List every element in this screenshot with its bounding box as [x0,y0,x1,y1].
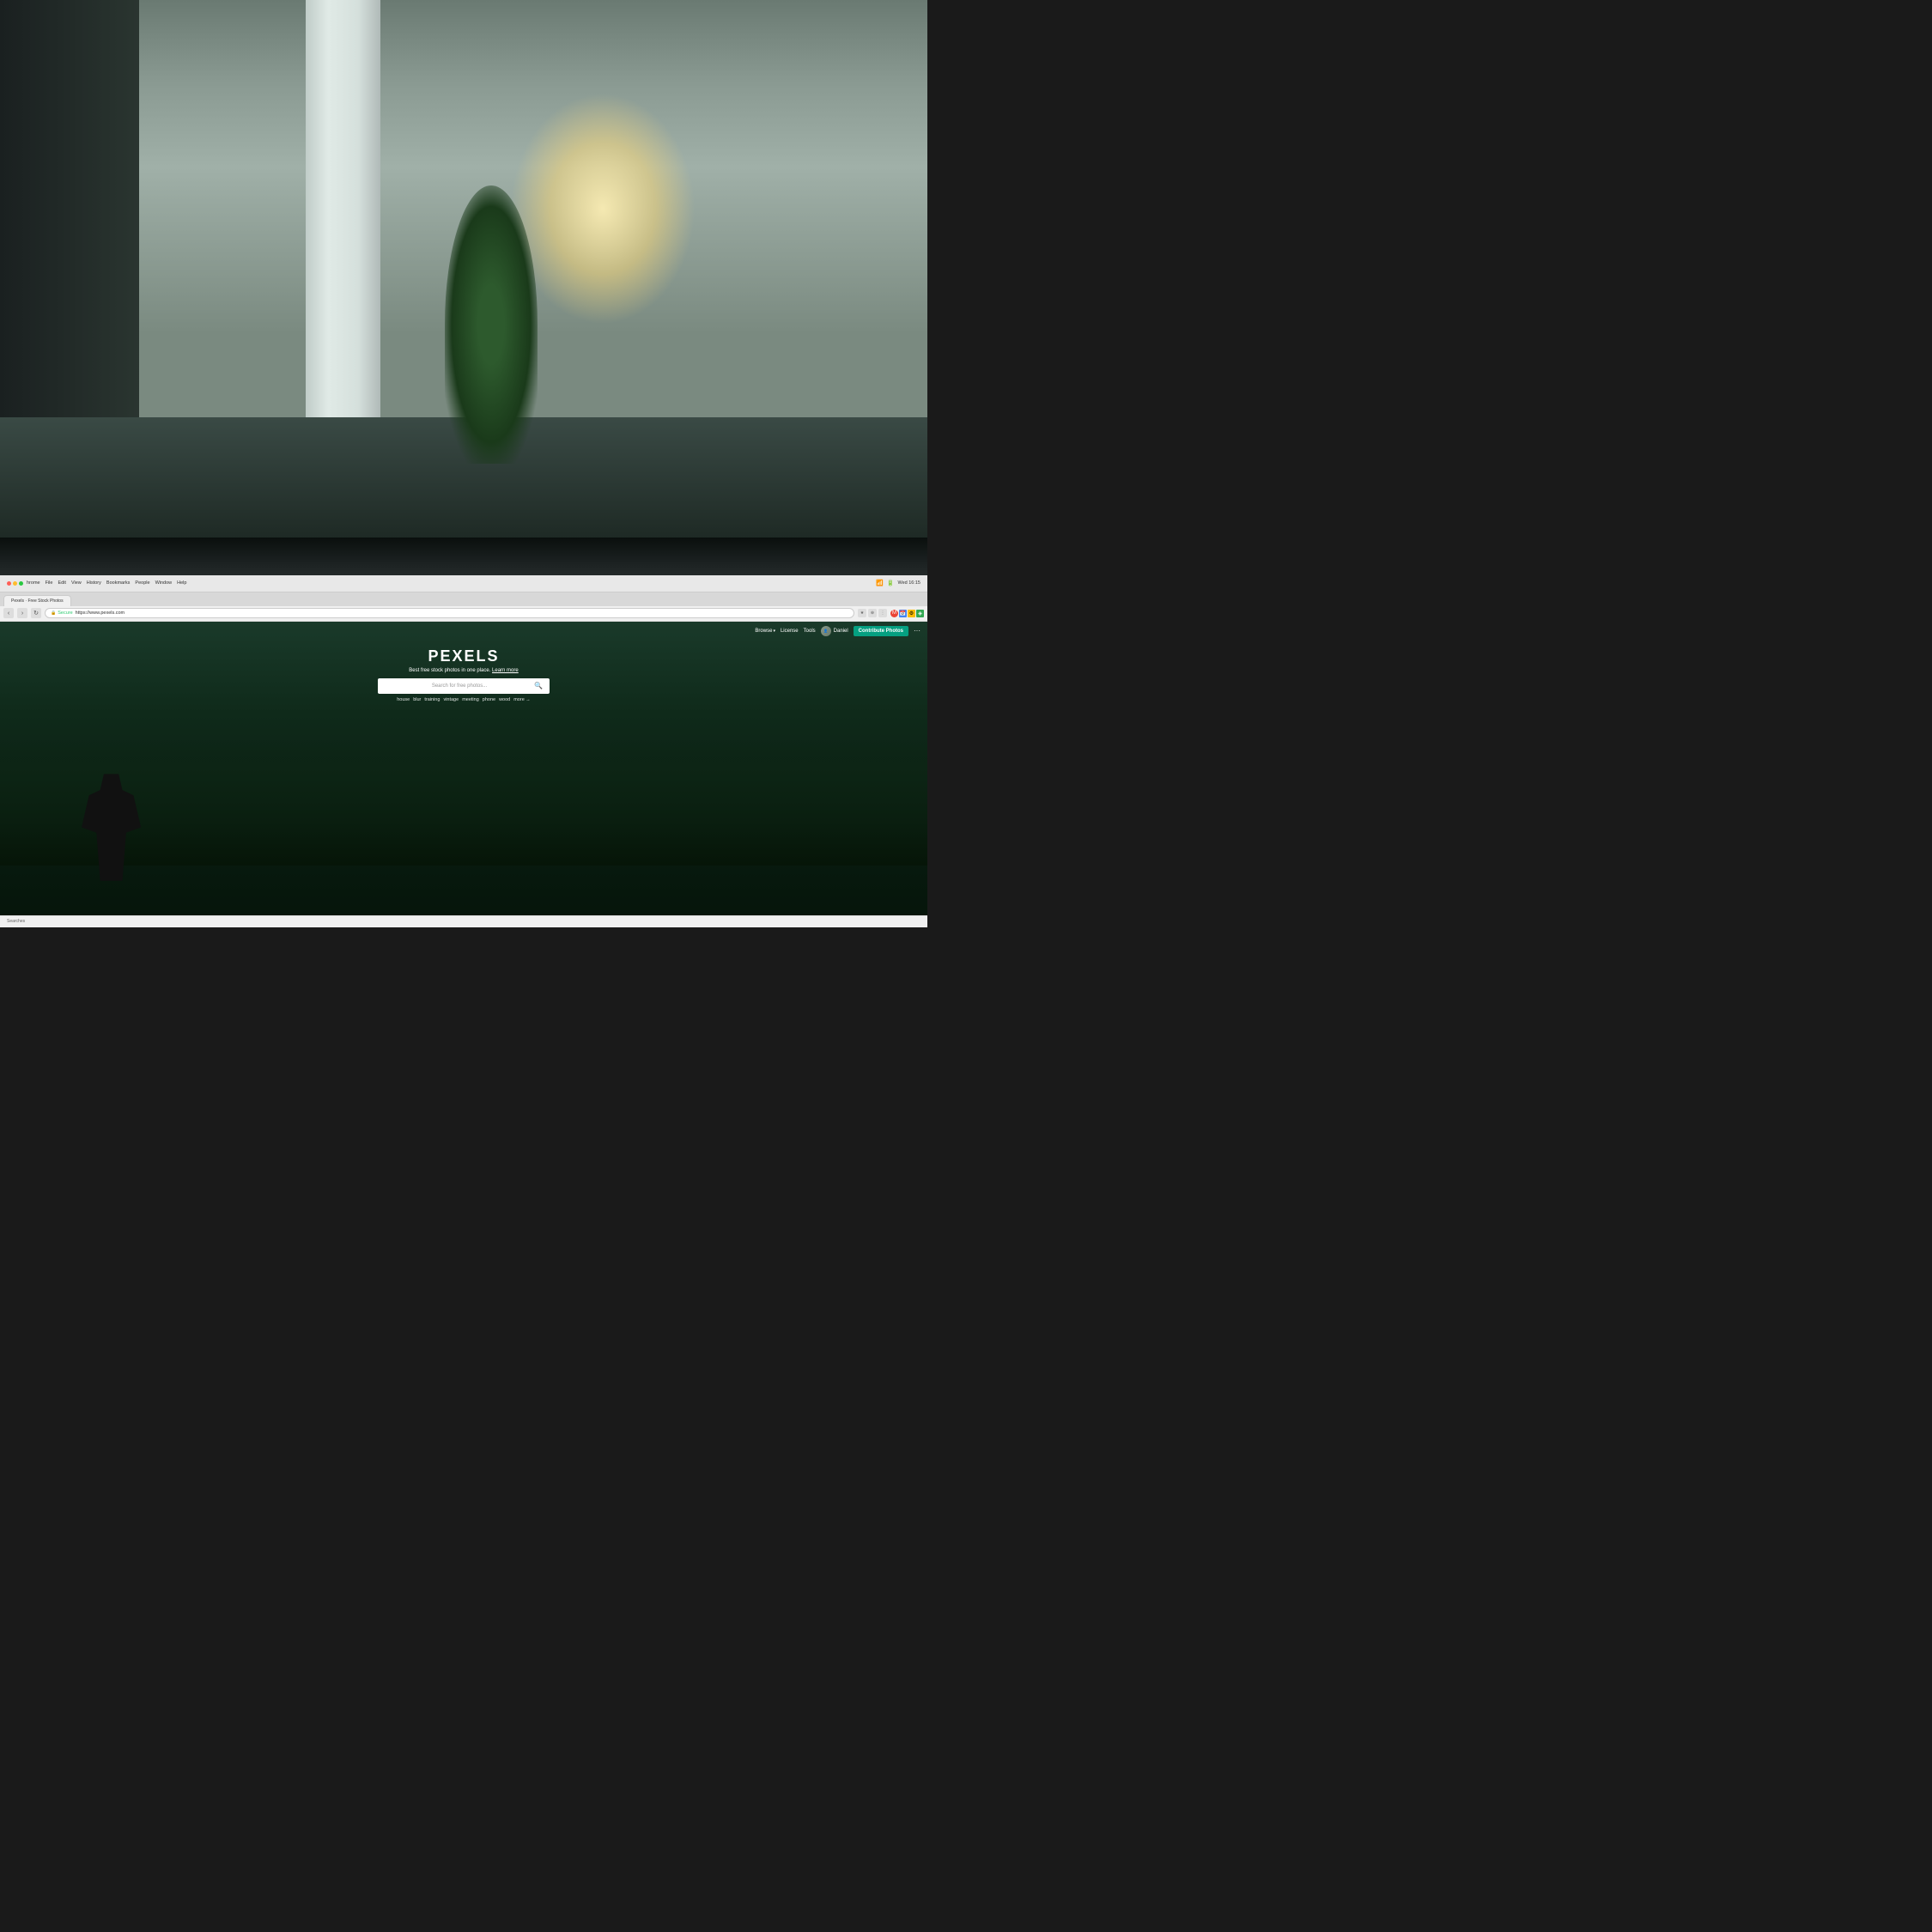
pexels-hero-section: PEXELS Best free stock photos in one pla… [0,641,927,702]
system-time: Wed 16:15 [897,580,920,586]
tag-training[interactable]: training [424,697,440,702]
nav-browse-link[interactable]: Browse ▾ [755,629,775,634]
menu-chrome[interactable]: hrome [27,580,40,586]
more-options-icon[interactable]: ⋮ [878,609,887,617]
macos-menubar: hrome File Edit View History Bookmarks P… [0,575,927,592]
tag-blur[interactable]: blur [413,697,421,702]
nav-license-link[interactable]: License [781,629,799,634]
learn-more-link[interactable]: Learn more [492,668,519,673]
menu-view[interactable]: View [71,580,82,586]
address-bar[interactable]: 🔒 Secure https://www.pexels.com [45,608,854,618]
browser-action-icons: ★ ⊕ ⋮ [858,609,887,617]
extension1[interactable]: ⚙ [908,610,915,617]
menu-items: hrome File Edit View History Bookmarks P… [27,580,186,586]
menu-edit[interactable]: Edit [58,580,65,586]
menu-people[interactable]: People [135,580,149,586]
office-plant [445,185,538,464]
extensions-icon[interactable]: ⊕ [868,609,877,617]
menu-file[interactable]: File [46,580,53,586]
user-profile[interactable]: 👤 Daniel [821,626,848,636]
toolbar-extension-icons: M 📅 ⚙ ◈ [890,610,924,617]
status-text: Searches [7,919,25,924]
pexels-nav: Browse ▾ License Tools 👤 Daniel Contribu… [0,622,927,641]
pexels-logo: PEXELS [17,647,910,665]
user-avatar: 👤 [821,626,831,636]
screen-area: hrome File Edit View History Bookmarks P… [0,575,927,927]
url-text: https://www.pexels.com [76,611,125,616]
system-info: 📶 🔋 Wed 16:15 [876,580,920,586]
browser-status-bar: Searches [0,915,927,927]
lock-icon: 🔒 [51,611,56,616]
gmail-icon[interactable]: M [890,610,898,617]
browser-toolbar: ‹ › ↻ 🔒 Secure https://www.pexels.com ★ … [0,606,927,622]
minimize-window-btn[interactable] [13,581,17,586]
tag-wood[interactable]: wood [499,697,510,702]
wifi-icon: 📶 [876,580,884,586]
person-body-shape [74,774,148,880]
tag-phone[interactable]: phone [483,697,495,702]
search-icon[interactable]: 🔍 [534,682,543,690]
username-label: Daniel [834,629,848,634]
calendar-icon[interactable]: 📅 [899,610,907,617]
pexels-tagline: Best free stock photos in one place. Lea… [17,668,910,673]
pexels-website: Browse ▾ License Tools 👤 Daniel Contribu… [0,622,927,927]
forward-button[interactable]: › [17,608,27,618]
tab-bar: Pexels · Free Stock Photos [0,592,927,606]
maximize-window-btn[interactable] [19,581,23,586]
close-window-btn[interactable] [7,581,11,586]
nav-more-icon[interactable]: ··· [914,627,920,635]
menu-window[interactable]: Window [155,580,173,586]
secure-label: Secure [58,611,72,616]
menu-history[interactable]: History [87,580,101,586]
person-silhouette [74,774,148,880]
tag-vintage[interactable]: vintage [443,697,459,702]
browse-dropdown-icon: ▾ [773,629,775,634]
window-glow [510,93,696,325]
window-controls[interactable] [7,581,23,586]
bookmark-icon[interactable]: ★ [858,609,866,617]
extension2[interactable]: ◈ [916,610,924,617]
menu-help[interactable]: Help [177,580,186,586]
search-input[interactable]: Search for free photos... [385,683,534,689]
contribute-photos-button[interactable]: Contribute Photos [854,626,908,636]
more-tags-link[interactable]: more → [513,697,531,702]
menu-bookmarks[interactable]: Bookmarks [106,580,131,586]
tag-meeting[interactable]: meeting [462,697,479,702]
refresh-button[interactable]: ↻ [31,608,41,618]
battery-icon: 🔋 [887,580,895,586]
search-bar[interactable]: Search for free photos... 🔍 [378,678,550,694]
active-tab[interactable]: Pexels · Free Stock Photos [3,595,71,606]
back-button[interactable]: ‹ [3,608,14,618]
tab-label: Pexels · Free Stock Photos [11,598,64,604]
nav-tools-link[interactable]: Tools [804,629,816,634]
search-tag-list: house blur training vintage meeting phon… [17,697,910,702]
tag-house[interactable]: house [397,697,410,702]
